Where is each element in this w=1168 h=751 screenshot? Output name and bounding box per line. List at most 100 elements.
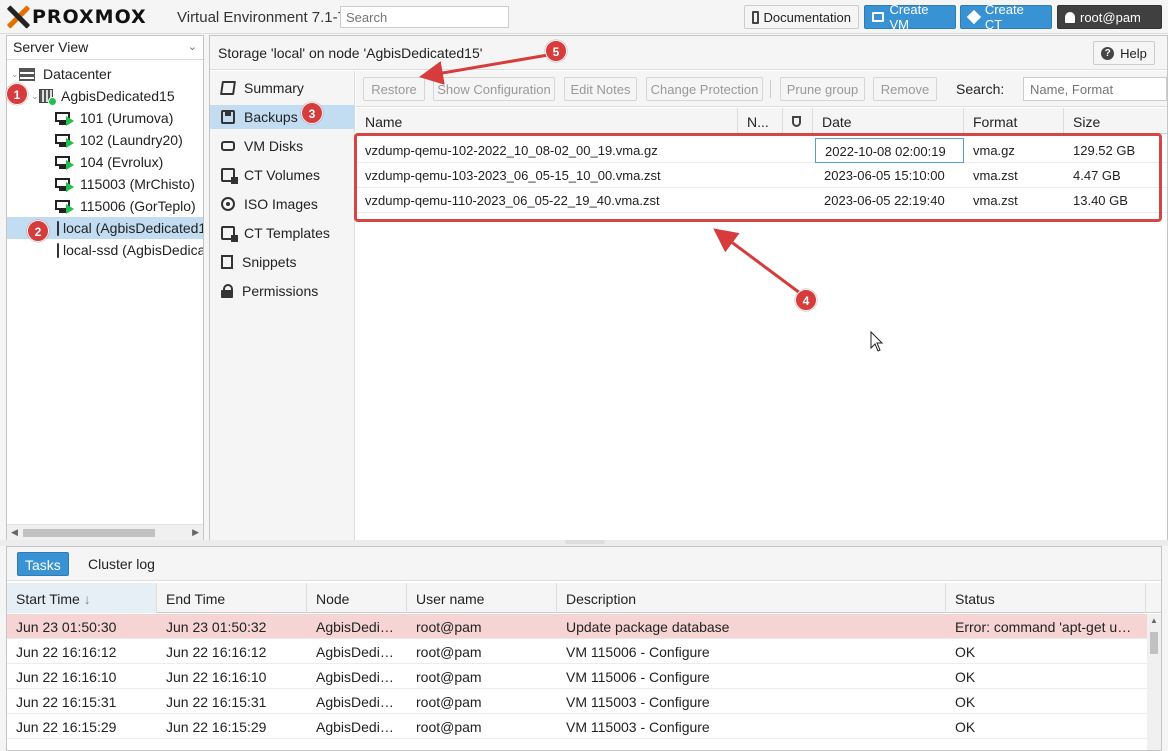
cell-user: root@pam [416, 719, 482, 735]
show-configuration-button[interactable]: Show Configuration [433, 77, 555, 101]
menu-item-vm-disks[interactable]: VM Disks [210, 134, 355, 158]
running-vm-icon [55, 133, 74, 148]
vertical-scrollbar[interactable]: ▲ [1147, 614, 1161, 750]
create-vm-button[interactable]: Create VM [864, 2, 956, 32]
horizontal-scrollbar[interactable]: ◀ ▶ [7, 524, 203, 540]
annotation-badge-4: 4 [795, 289, 817, 311]
online-status-icon [48, 97, 57, 106]
running-vm-icon [55, 155, 74, 170]
table-row[interactable]: Jun 23 01:50:30 Jun 23 01:50:32 AgbisDed… [7, 614, 1147, 639]
cell-status: OK [955, 694, 976, 710]
menu-item-permissions[interactable]: Permissions [210, 279, 355, 303]
scroll-up-icon[interactable]: ▲ [1150, 616, 1158, 625]
column-header-size[interactable]: Size [1064, 108, 1167, 134]
scroll-left-icon[interactable]: ◀ [11, 527, 18, 538]
annotation-highlight-box [354, 133, 1162, 222]
cell-end: Jun 23 01:50:32 [166, 619, 267, 635]
user-icon [1065, 11, 1075, 23]
restore-button[interactable]: Restore [363, 77, 425, 101]
menu-item-summary[interactable]: Summary [210, 76, 355, 100]
view-selector[interactable]: Server View ⌄ [7, 36, 203, 60]
remove-button[interactable]: Remove [873, 77, 937, 101]
create-vm-label: Create VM [889, 2, 929, 32]
menu-item-ct-volumes[interactable]: CT Volumes [210, 163, 355, 187]
table-row[interactable]: Jun 22 16:16:10 Jun 22 16:16:10 AgbisDed… [7, 664, 1147, 689]
running-vm-icon [55, 177, 74, 192]
menu-item-backups[interactable]: Backups [210, 105, 355, 129]
monitor-icon [872, 12, 885, 22]
table-row[interactable]: Jun 22 16:16:12 Jun 22 16:16:12 AgbisDed… [7, 639, 1147, 664]
tree-item-node[interactable]: ⌄ AgbisDedicated15 [7, 85, 203, 107]
change-protection-button[interactable]: Change Protection [646, 77, 763, 101]
expand-arrow-icon[interactable]: ⌄ [11, 69, 19, 80]
book-icon [220, 81, 236, 95]
cell-end: Jun 22 16:16:12 [166, 644, 267, 660]
tree-item-vm[interactable]: 115006 (GorTeplo) [7, 195, 203, 217]
tab-tasks[interactable]: Tasks [17, 552, 69, 576]
backups-grid-header: Name N... Date Format Size [356, 108, 1167, 134]
help-label: Help [1120, 45, 1147, 61]
cell-description: VM 115003 - Configure [566, 694, 710, 710]
table-row[interactable]: Jun 22 16:15:29 Jun 22 16:15:29 AgbisDed… [7, 714, 1147, 739]
template-icon [221, 226, 238, 242]
header-label: Start Time [16, 591, 80, 607]
cell-description: VM 115006 - Configure [566, 644, 710, 660]
global-search-input[interactable] [340, 6, 509, 28]
menu-item-iso-images[interactable]: ISO Images [210, 192, 355, 216]
edit-notes-button[interactable]: Edit Notes [564, 77, 637, 101]
cell-end: Jun 22 16:15:31 [166, 694, 267, 710]
column-header-user[interactable]: User name [407, 583, 557, 613]
cell-end: Jun 22 16:15:29 [166, 719, 267, 735]
proxmox-logo[interactable]: PROXMOX [6, 3, 147, 31]
column-header-description[interactable]: Description [557, 583, 946, 613]
backup-search-input[interactable] [1023, 77, 1167, 101]
brand-name: PROXMOX [32, 6, 147, 28]
cell-user: root@pam [416, 644, 482, 660]
menu-item-ct-templates[interactable]: CT Templates [210, 221, 355, 245]
help-button[interactable]: ? Help [1093, 41, 1155, 65]
menu-label: Snippets [242, 254, 297, 270]
view-label: Server View [13, 39, 89, 55]
cell-node: AgbisDedic... [316, 669, 399, 685]
tree-item-vm[interactable]: 102 (Laundry20) [7, 129, 203, 151]
cell-status: OK [955, 644, 976, 660]
table-row[interactable]: Jun 22 16:15:31 Jun 22 16:15:31 AgbisDed… [7, 689, 1147, 714]
scroll-thumb[interactable] [23, 529, 155, 537]
column-header-notes[interactable]: N... [738, 108, 783, 134]
file-code-icon [221, 255, 233, 269]
cd-icon [221, 197, 235, 211]
search-label: Search: [956, 81, 1005, 97]
version-label: Virtual Environment 7.1-7 [177, 9, 346, 26]
tab-cluster-log[interactable]: Cluster log [81, 552, 162, 576]
column-header-format[interactable]: Format [964, 108, 1064, 134]
column-header-status[interactable]: Status [946, 583, 1146, 613]
task-log-panel: Tasks Cluster log Start Time ↓ End Time … [6, 546, 1162, 751]
user-menu-button[interactable]: root@pam [1057, 5, 1162, 29]
splitter-handle[interactable] [565, 540, 605, 544]
tree-label: 101 (Urumova) [80, 110, 174, 126]
documentation-button[interactable]: Documentation [744, 5, 859, 29]
column-header-node[interactable]: Node [307, 583, 407, 613]
tree-item-datacenter[interactable]: ⌄ Datacenter [7, 63, 203, 85]
column-header-start-time[interactable]: Start Time ↓ [7, 583, 157, 613]
proxmox-x-icon [6, 5, 30, 29]
prune-group-button[interactable]: Prune group [780, 77, 865, 101]
column-header-protected[interactable] [783, 108, 813, 134]
create-ct-button[interactable]: Create CT [960, 2, 1052, 32]
menu-item-snippets[interactable]: Snippets [210, 250, 355, 274]
scroll-right-icon[interactable]: ▶ [192, 527, 199, 538]
floppy-disk-icon [221, 110, 235, 124]
tree-item-vm[interactable]: 115003 (MrChisto) [7, 173, 203, 195]
tree-item-vm[interactable]: 104 (Evrolux) [7, 151, 203, 173]
hard-drive-icon [57, 220, 59, 236]
toolbar-separator [770, 80, 771, 98]
top-bar: PROXMOX Virtual Environment 7.1-7 Docume… [0, 0, 1168, 34]
column-header-name[interactable]: Name [356, 108, 738, 134]
scroll-thumb[interactable] [1150, 632, 1158, 654]
menu-label: CT Volumes [244, 167, 320, 183]
tree-item-vm[interactable]: 101 (Urumova) [7, 107, 203, 129]
column-header-date[interactable]: Date [813, 108, 964, 134]
tree-item-storage-local-ssd[interactable]: local-ssd (AgbisDedicated15) [7, 239, 203, 261]
expand-arrow-icon[interactable]: ⌄ [31, 91, 39, 102]
column-header-end-time[interactable]: End Time [157, 583, 307, 613]
